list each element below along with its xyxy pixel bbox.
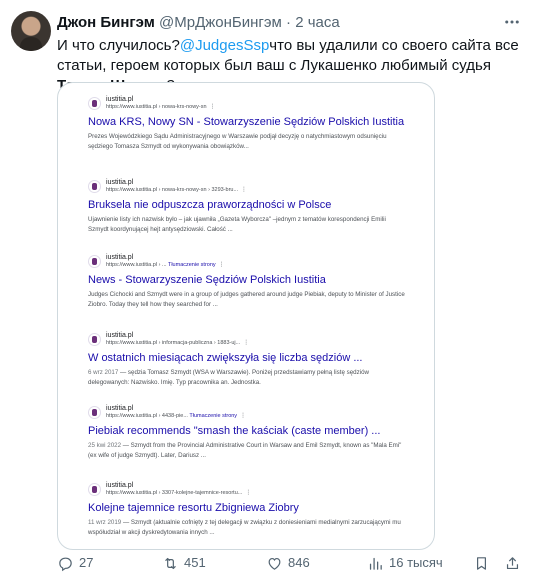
result-snippet-text: Ujawnienie listy ich nazwisk było – jak …: [88, 216, 386, 233]
retweet-icon: [165, 557, 176, 569]
result-url: https://www.iustitia.pl › ... Tłumaczeni…: [106, 262, 225, 269]
result-site: iustitia.pl: [106, 332, 134, 339]
views-count: 16 тысяч: [389, 555, 443, 570]
result-url-text: https://www.iustitia.pl › informacja-pub…: [106, 340, 241, 346]
result-url-text: https://www.iustitia.pl › 3307-kolejne-t…: [106, 490, 243, 496]
bookmark-button[interactable]: [473, 553, 490, 573]
text-before: И что случилось?: [57, 37, 180, 54]
tweet-header: Джон Бингэм @МрДжонБингэм · 2 часа: [57, 13, 340, 33]
result-title: Nowa KRS, Nowy SN - Stowarzyszenie Sędzi…: [88, 116, 405, 128]
iustitia-favicon-icon: [88, 255, 101, 268]
iustitia-favicon-icon: [88, 333, 101, 346]
views-button[interactable]: 16 тысяч: [367, 553, 443, 573]
result-menu-icon: ⋮: [209, 104, 216, 110]
tweet: Джон Бингэм @МрДжонБингэм · 2 часа И что…: [0, 0, 536, 582]
result-site: iustitia.pl: [106, 405, 134, 412]
result-url-text: https://www.iustitia.pl › 4438-pie...: [106, 413, 188, 419]
result-title: Kolejne tajemnice resortu Zbigniewa Ziob…: [88, 502, 299, 514]
result-date: 6 wrz 2017: [88, 369, 119, 376]
mention-link[interactable]: @JudgesSsp: [180, 37, 269, 54]
reply-count: 27: [79, 555, 94, 570]
result-title: W ostatnich miesiącach zwiększyła się li…: [88, 352, 363, 364]
retweet-count: 451: [184, 555, 206, 570]
result-snippet: 6 wrz 2017 — sędzia Tomasz Szmydt (WSA w…: [88, 368, 406, 388]
result-title: Bruksela nie odpuszcza praworządności w …: [88, 199, 332, 211]
result-url-text: https://www.iustitia.pl › nowa-krs-nowy-…: [106, 187, 239, 193]
action-bar: 27 451 846 16 тысяч: [57, 553, 527, 573]
result-snippet: Ujawnienie listy ich nazwisk było – jak …: [88, 215, 406, 235]
reply-button[interactable]: 27: [57, 553, 93, 573]
result-snippet-text: Judges Cichocki and Szmydt were in a gro…: [88, 291, 405, 308]
iustitia-favicon-icon: [88, 180, 101, 193]
result-menu-icon: ⋮: [243, 340, 250, 346]
result-menu-icon: ⋮: [245, 490, 252, 496]
bookmark-icon: [477, 556, 486, 570]
result-site: iustitia.pl: [106, 254, 134, 261]
iustitia-favicon-icon: [88, 483, 101, 496]
heart-icon: [268, 557, 281, 570]
result-url-text: https://www.iustitia.pl › nowa-krs-nowy-…: [106, 104, 207, 110]
result-title: Piebiak recommends "smash the kaściak (c…: [88, 425, 381, 437]
attached-image[interactable]: iustitia.pl https://www.iustitia.pl › now…: [57, 82, 435, 550]
author-name[interactable]: Джон Бингэм: [57, 14, 155, 31]
result-site: iustitia.pl: [106, 482, 134, 489]
result-url: https://www.iustitia.pl › 3307-kolejne-t…: [106, 490, 251, 497]
result-url: https://www.iustitia.pl › nowa-krs-nowy-…: [106, 104, 216, 111]
result-snippet-text: Prezes Wojewódzkiego Sądu Administracyjn…: [88, 133, 387, 150]
avatar[interactable]: [11, 11, 51, 51]
result-date: 25 kwi 2022: [88, 442, 122, 449]
separator-dot: ·: [286, 14, 292, 31]
result-snippet: 25 kwi 2022 — Szmydt from the Provincial…: [88, 441, 406, 461]
result-snippet: Judges Cichocki and Szmydt were in a gro…: [88, 290, 406, 310]
result-site: iustitia.pl: [106, 179, 134, 186]
result-date: 11 wrz 2019: [88, 519, 122, 526]
result-url-text: https://www.iustitia.pl › ...: [106, 262, 167, 268]
result-snippet-text: — Szmydt (aktualnie cofnięty z tej deleg…: [88, 519, 401, 536]
tweet-time[interactable]: 2 часа: [295, 14, 340, 31]
like-button[interactable]: 846: [266, 553, 310, 573]
result-site: iustitia.pl: [106, 96, 134, 103]
reply-icon: [59, 557, 72, 571]
result-snippet: 11 wrz 2019 — Szmydt (aktualnie cofnięty…: [88, 518, 406, 538]
author-handle[interactable]: @МрДжонБингэм: [159, 14, 282, 31]
retweet-button[interactable]: 451: [162, 553, 206, 573]
result-snippet-text: — Szmydt from the Provincial Administrat…: [88, 442, 402, 459]
result-menu-icon: ⋮: [240, 413, 247, 419]
result-url: https://www.iustitia.pl › informacja-pub…: [106, 340, 249, 347]
result-url: https://www.iustitia.pl › 4438-pie... Tł…: [106, 413, 246, 420]
result-snippet: Prezes Wojewódzkiego Sądu Administracyjn…: [88, 132, 406, 152]
result-menu-icon: ⋮: [241, 187, 248, 193]
translate-link: Tłumaczenie strony: [189, 413, 238, 419]
result-snippet-text: — sędzia Tomasz Szmydt (WSA w Warszawie)…: [88, 369, 369, 386]
share-button[interactable]: [504, 553, 521, 573]
iustitia-favicon-icon: [88, 97, 101, 110]
result-title: News - Stowarzyszenie Sędziów Polskich I…: [88, 274, 326, 286]
like-count: 846: [288, 555, 310, 570]
iustitia-favicon-icon: [88, 406, 101, 419]
translate-link: Tłumaczenie strony: [167, 262, 216, 268]
share-icon: [506, 556, 519, 569]
result-menu-icon: ⋮: [218, 262, 225, 268]
result-url: https://www.iustitia.pl › nowa-krs-nowy-…: [106, 187, 247, 194]
more-options-icon[interactable]: [502, 13, 522, 33]
views-icon: [369, 557, 382, 570]
